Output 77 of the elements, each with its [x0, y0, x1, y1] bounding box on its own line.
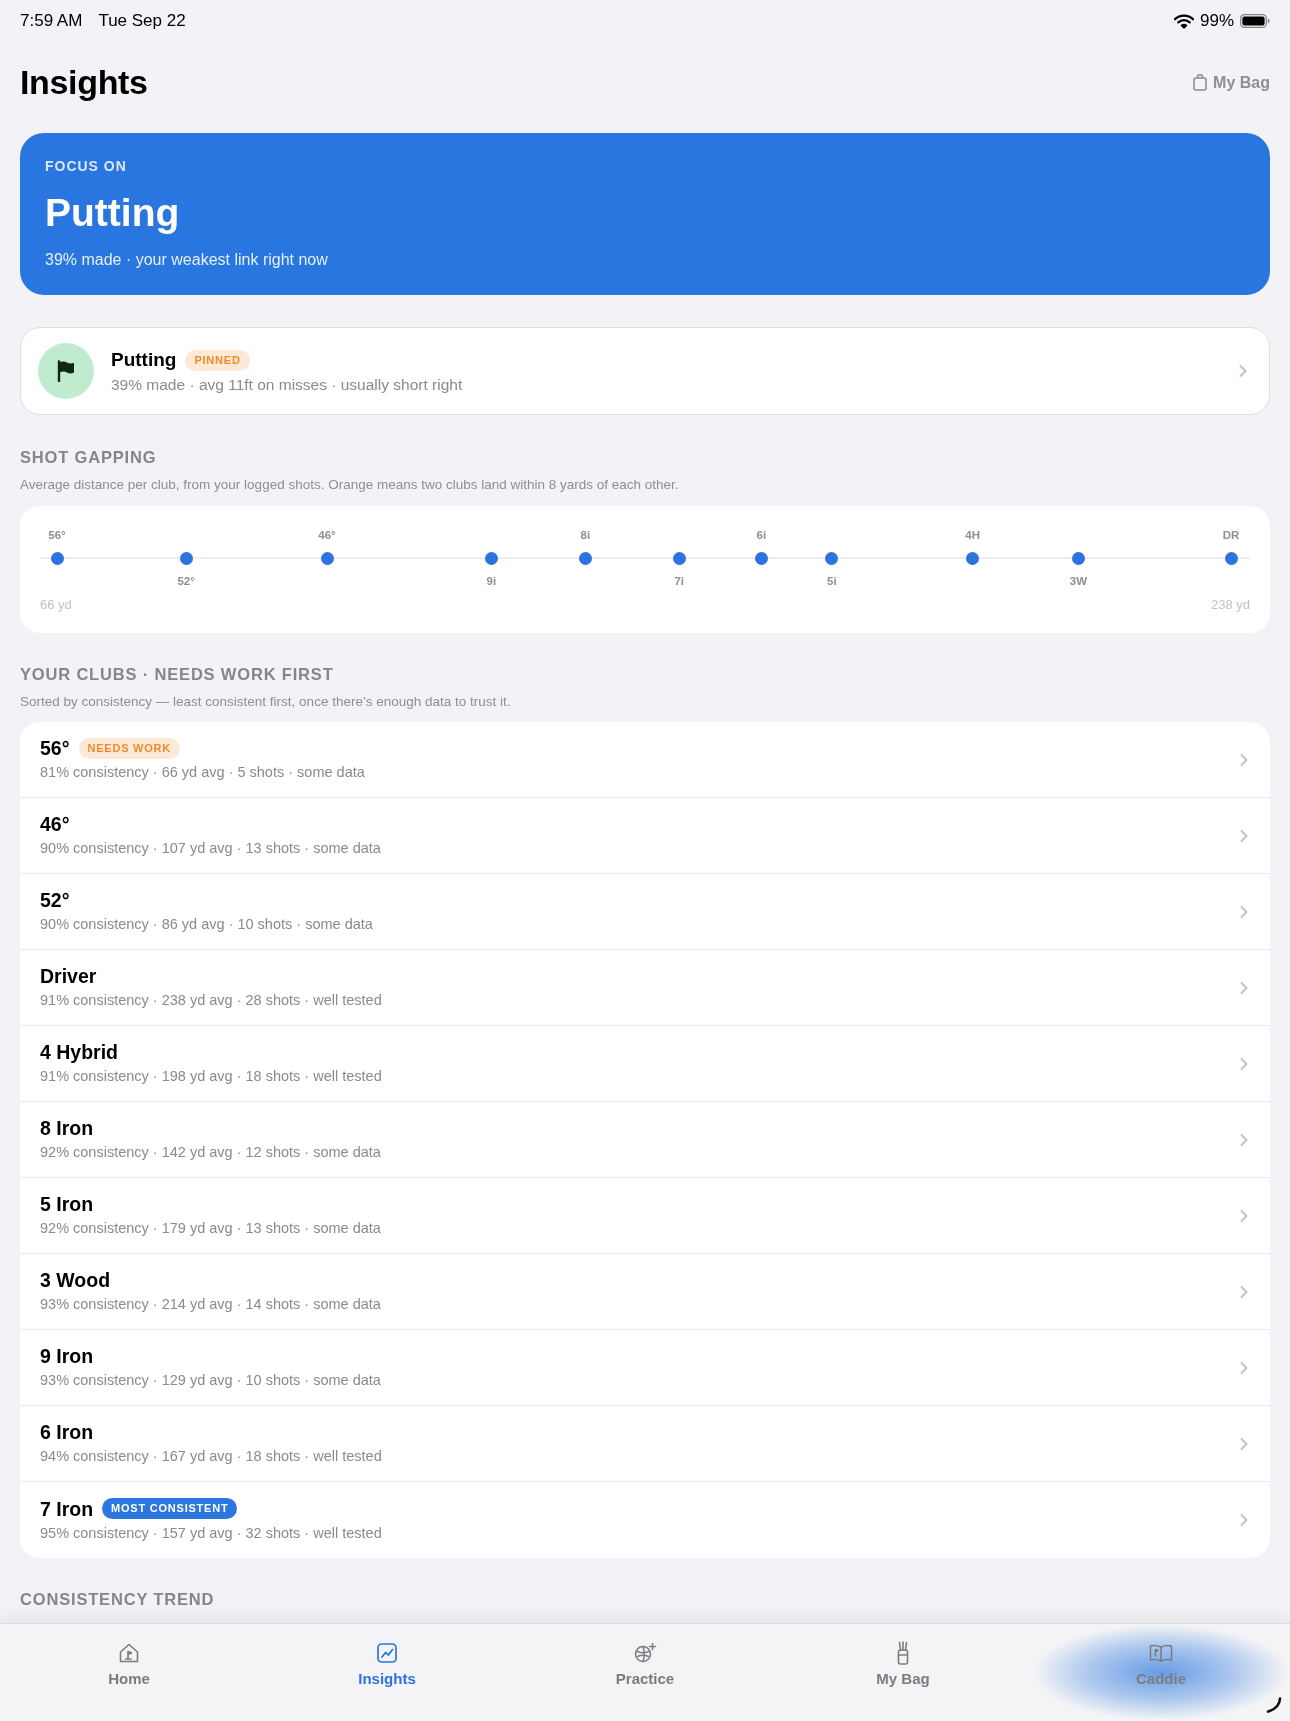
club-stats: 93% consistency · 129 yd avg · 10 shots · some data [40, 1371, 382, 1389]
club-marker-label: 6i [756, 528, 767, 542]
battery-percent: 99% [1199, 10, 1234, 33]
club-row[interactable]: Driver 91% consistency · 238 yd avg · 28 shots · well tested [20, 950, 1270, 1026]
range-max-label: 238 yd [1210, 597, 1250, 613]
home-icon [118, 1642, 140, 1664]
club-row[interactable]: 6 Iron 94% consistency · 167 yd avg · 18 shots · well tested [20, 1406, 1270, 1482]
status-time: 7:59 AM [20, 10, 83, 33]
club-marker-label: 5i [827, 574, 837, 588]
tab-button[interactable]: Insights [258, 1624, 516, 1721]
bag-icon [1193, 74, 1208, 91]
club-marker-label: 7i [674, 574, 684, 588]
focus-subtitle: 39% made · your weakest link right now [45, 250, 329, 270]
club-name: 5 Iron [40, 1192, 94, 1216]
club-name: 8 Iron [40, 1116, 94, 1140]
focus-title: Putting [45, 190, 181, 236]
chart-icon [376, 1642, 398, 1664]
club-name: Driver [40, 964, 97, 988]
club-name: 6 Iron [40, 1420, 94, 1444]
club-stats: 81% consistency · 66 yd avg · 5 shots · some data [40, 763, 366, 781]
club-row[interactable]: 7 Iron MOST CONSISTENT 95% consistency · 157 yd avg · 32 shots · well tested [20, 1482, 1270, 1558]
club-marker-label: DR [1222, 528, 1240, 542]
club-row[interactable]: 9 Iron 93% consistency · 129 yd avg · 10 shots · some data [20, 1330, 1270, 1406]
book-icon [1149, 1643, 1173, 1663]
club-stats: 91% consistency · 198 yd avg · 18 shots · well tested [40, 1067, 383, 1085]
tab-button[interactable]: Home [0, 1624, 258, 1721]
club-row[interactable]: 56° NEEDS WORK 81% consistency · 66 yd avg · 5 shots · some data [20, 722, 1270, 798]
pinned-subtitle: 39% made · avg 11ft on misses · usually short right [111, 375, 464, 394]
club-marker-label: 46° [318, 528, 336, 542]
club-stats: 90% consistency · 107 yd avg · 13 shots · some data [40, 839, 382, 857]
club-row[interactable]: 52° 90% consistency · 86 yd avg · 10 shots · some data [20, 874, 1270, 950]
club-row[interactable]: 4 Hybrid 91% consistency · 198 yd avg · 18 shots · well tested [20, 1026, 1270, 1102]
tab-button[interactable]: Practice [516, 1624, 774, 1721]
status-date: Tue Sep 22 [98, 10, 186, 33]
club-name: 46° [40, 812, 70, 836]
club-stats: 94% consistency · 167 yd avg · 18 shots · well tested [40, 1447, 383, 1465]
club-stats: 95% consistency · 157 yd avg · 32 shots · well tested [40, 1523, 383, 1542]
club-name: 56° [40, 736, 70, 760]
section-title: CONSISTENCY TREND [20, 1589, 216, 1610]
club-stats: 91% consistency · 238 yd avg · 28 shots · well tested [40, 991, 383, 1009]
club-name: 4 Hybrid [40, 1040, 119, 1064]
club-name: 9 Iron [40, 1344, 94, 1368]
club-marker-label: 3W [1069, 574, 1087, 588]
corner-arc-icon [1266, 1697, 1282, 1713]
club-row[interactable]: 3 Wood 93% consistency · 214 yd avg · 14 shots · some data [20, 1254, 1270, 1330]
page-title: Insights [20, 62, 148, 103]
club-marker-label: 9i [486, 574, 497, 588]
club-stats: 92% consistency · 179 yd avg · 13 shots · some data [40, 1219, 382, 1237]
status-badge: MOST CONSISTENT [102, 1498, 238, 1519]
tab-button[interactable]: My Bag [774, 1624, 1032, 1721]
club-name: 52° [40, 888, 70, 912]
pinned-title: Putting [111, 348, 177, 372]
club-marker-label: 8i [580, 528, 591, 542]
battery-icon [1240, 14, 1270, 28]
wifi-icon [1173, 13, 1194, 29]
section-title: YOUR CLUBS · NEEDS WORK FIRST [20, 664, 335, 685]
club-marker-label: 52° [177, 574, 195, 588]
club-marker-label: 4H [965, 528, 981, 542]
club-marker-label: 56° [48, 528, 66, 542]
pinned-card[interactable]: Putting PINNED 39% made · avg 11ft on misses · usually short right [20, 327, 1270, 415]
range-min-label: 66 yd [40, 597, 72, 613]
club-stats: 90% consistency · 86 yd avg · 10 shots · some data [40, 915, 374, 933]
section-description: Average distance per club, from your logged shots. Orange means two clubs land within 8 yards of each other. [20, 476, 680, 494]
club-name: 3 Wood [40, 1268, 111, 1292]
status-badge: NEEDS WORK [78, 737, 180, 759]
club-row[interactable]: 8 Iron 92% consistency · 142 yd avg · 12 shots · some data [20, 1102, 1270, 1178]
section-description: Sorted by consistency — least consistent first, once there’s enough data to trust it. [20, 693, 512, 711]
flag-icon [38, 343, 94, 399]
section-title: SHOT GAPPING [20, 447, 158, 468]
club-stats: 92% consistency · 142 yd avg · 12 shots · some data [40, 1143, 382, 1161]
focus-eyebrow: FOCUS ON [45, 158, 128, 175]
club-row[interactable]: 5 Iron 92% consistency · 179 yd avg · 13 shots · some data [20, 1178, 1270, 1254]
status-badge: PINNED [185, 349, 250, 371]
club-name: 7 Iron [40, 1496, 94, 1521]
club-stats: 93% consistency · 214 yd avg · 14 shots · some data [40, 1295, 382, 1313]
club-row[interactable]: 46° 90% consistency · 107 yd avg · 13 shots · some data [20, 798, 1270, 874]
golf-ball-plus-icon [633, 1642, 657, 1664]
